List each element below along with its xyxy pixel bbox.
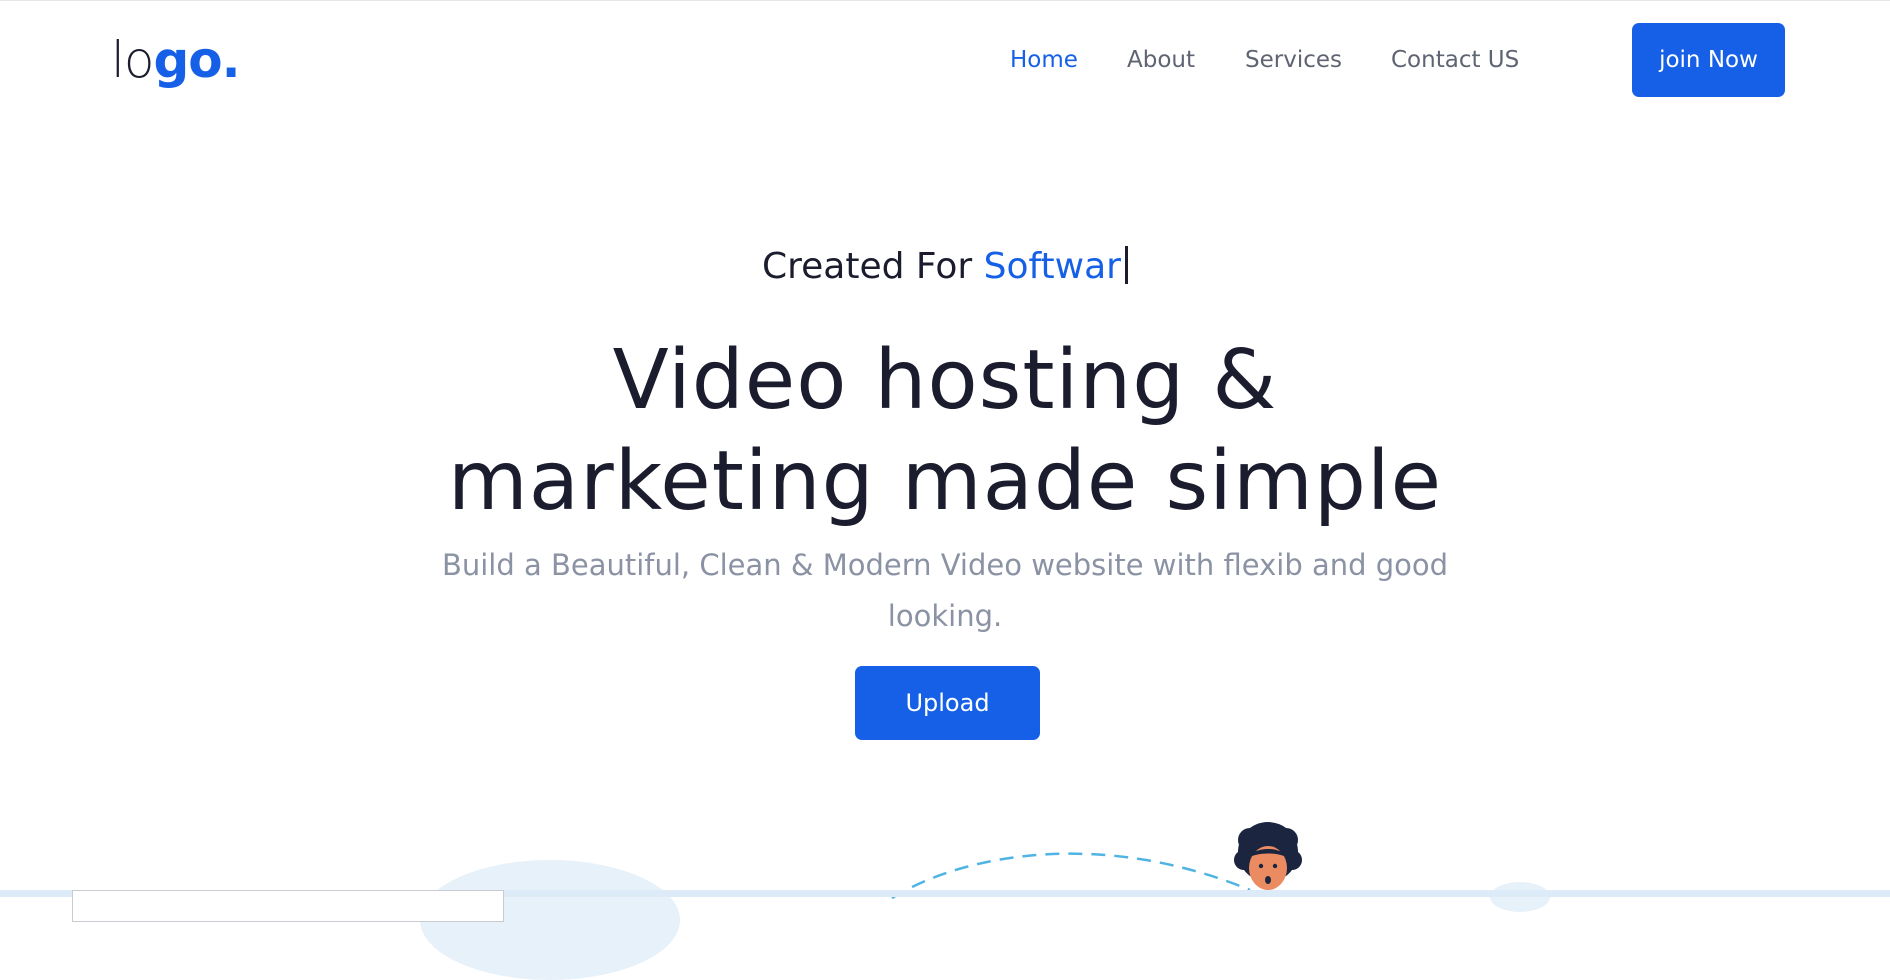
join-now-button[interactable]: join Now [1632, 23, 1785, 97]
logo[interactable]: logo. [111, 30, 241, 90]
hero-title-line-1: Video hosting & [612, 333, 1278, 428]
logo-part-1: lo [111, 31, 154, 89]
decorative-blob-small [1490, 882, 1550, 912]
hero-title-line-2: marketing made simple [447, 434, 1443, 529]
tagline-typed-word: Softwar [983, 246, 1121, 287]
preview-card [72, 890, 504, 922]
nav-home[interactable]: Home [1010, 42, 1078, 78]
nav-services[interactable]: Services [1245, 42, 1342, 78]
typing-cursor [1124, 246, 1128, 284]
hero-subtitle: Build a Beautiful, Clean & Modern Video … [441, 548, 1449, 633]
person-avatar-icon [1234, 822, 1302, 890]
nav-contact[interactable]: Contact US [1391, 42, 1519, 78]
upload-button[interactable]: Upload [855, 666, 1040, 740]
nav-about[interactable]: About [1127, 42, 1195, 78]
top-border [0, 0, 1890, 1]
hero-tagline: Created For Softwar [0, 245, 1890, 289]
hero-title: Video hosting & marketing made simple [0, 330, 1890, 532]
tagline-prefix: Created For [762, 246, 973, 287]
logo-part-2: go. [153, 31, 240, 89]
